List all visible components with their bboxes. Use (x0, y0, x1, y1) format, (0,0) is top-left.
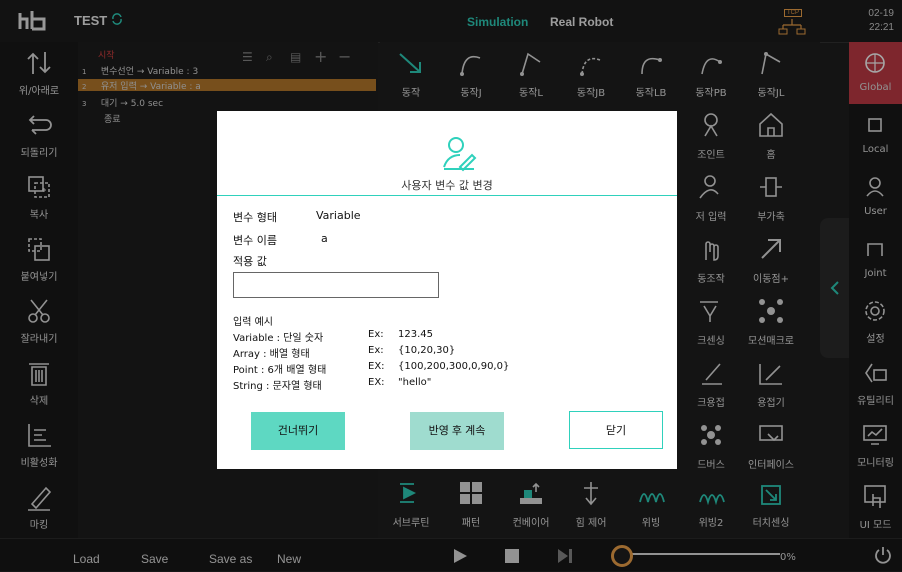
dialog-title: 사용자 변수 값 변경 (401, 179, 493, 192)
example-prefix: EX: (368, 361, 385, 372)
apply-continue-button[interactable]: 반영 후 계속 (410, 412, 504, 450)
apply-value-label: 적용 값 (233, 255, 267, 268)
user-edit-icon (443, 137, 477, 172)
close-button[interactable]: 닫기 (569, 411, 663, 449)
var-name-value: a (321, 232, 328, 245)
example-value: 123.45 (398, 329, 433, 340)
example-value: {10,20,30} (398, 345, 456, 356)
example-type: Variable : 단일 숫자 (233, 333, 324, 344)
example-prefix: Ex: (368, 329, 384, 340)
example-type: String : 문자열 형태 (233, 381, 322, 392)
examples-title: 입력 예시 (233, 317, 273, 328)
example-type: Array : 배열 형태 (233, 349, 310, 360)
var-type-value: Variable (316, 209, 361, 222)
skip-button[interactable]: 건너뛰기 (251, 412, 345, 450)
dialog-divider (217, 195, 677, 196)
var-type-label: 변수 형태 (233, 211, 277, 224)
example-prefix: EX: (368, 377, 385, 388)
example-prefix: Ex: (368, 345, 384, 356)
apply-value-input[interactable] (233, 272, 439, 298)
example-value: "hello" (398, 377, 432, 388)
example-type: Point : 6개 배열 형태 (233, 365, 327, 376)
var-name-label: 변수 이름 (233, 234, 277, 247)
example-value: {100,200,300,0,90,0} (398, 361, 510, 372)
